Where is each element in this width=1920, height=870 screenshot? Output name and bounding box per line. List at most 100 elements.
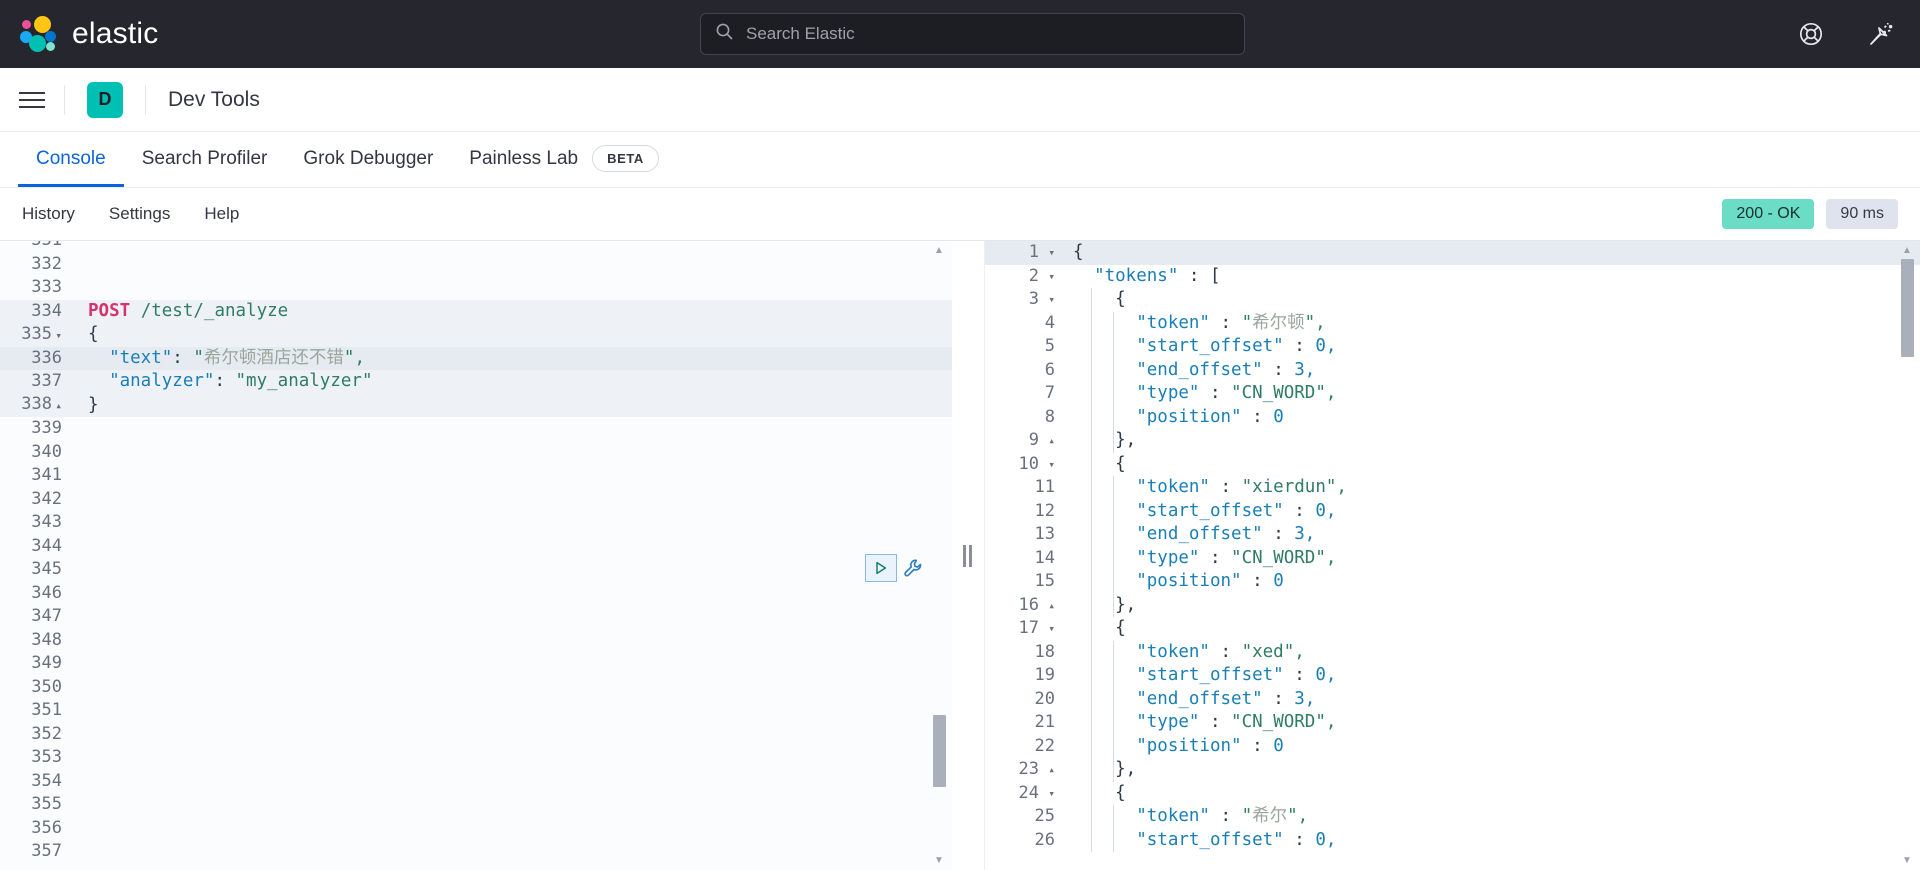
splitter-grip-icon[interactable] — [963, 544, 972, 567]
code-line: 3 ▾ { — [985, 288, 1920, 312]
line-number: 7 — [1044, 383, 1055, 403]
code-line: 26 "start_offset" : 0, — [985, 829, 1920, 853]
line-number: 349 — [31, 653, 62, 673]
line-number: 12 — [1034, 500, 1055, 521]
fold-toggle-icon[interactable]: ▴ — [52, 394, 62, 418]
header-actions — [1798, 0, 1894, 68]
line-number: 6 — [1044, 359, 1055, 380]
request-editor[interactable]: 331332 333 334 POST /test/_analyze 335▾ {336 … — [0, 241, 952, 870]
fold-toggle-icon[interactable]: ▾ — [1045, 453, 1055, 477]
code-text: "start_offset" : 0, — [1073, 500, 1337, 521]
line-number: 4 — [1044, 312, 1055, 333]
code-text: "end_offset" : 3, — [1073, 359, 1316, 380]
code-line: 332 — [0, 253, 952, 277]
code-line: 24 ▾ { — [985, 782, 1920, 806]
code-line: 7 "type" : "CN_WORD", — [985, 382, 1920, 406]
line-number: 21 — [1034, 712, 1055, 732]
response-viewer[interactable]: 1 ▾{2 ▾ "tokens" : [3 ▾ {4 "token" : "希尔顿",… — [984, 241, 1920, 870]
fold-toggle-icon[interactable]: ▾ — [1045, 782, 1055, 806]
help-icon[interactable] — [1798, 21, 1824, 47]
code-text: "text": "希尔顿酒店还不错", — [88, 347, 365, 368]
search-input[interactable] — [746, 24, 1230, 44]
code-text: "type" : "CN_WORD", — [1073, 712, 1337, 732]
fold-toggle-icon[interactable]: ▴ — [1045, 429, 1055, 453]
editor-scrollbar[interactable]: ▲ ▼ — [932, 245, 946, 866]
line-number: 25 — [1034, 806, 1055, 826]
code-line: 349 — [0, 652, 952, 676]
indent-guide — [1113, 640, 1114, 782]
code-line: 1 ▾ { — [985, 241, 1920, 265]
code-line: 357 — [0, 840, 952, 864]
editor-scroll-thumb[interactable] — [933, 715, 946, 787]
page-title: Dev Tools — [168, 87, 260, 111]
line-number: 335 ▾ — [0, 323, 74, 348]
help-button[interactable]: Help — [204, 204, 239, 224]
code-text: { — [1073, 453, 1126, 474]
line-number: 2 ▾ — [985, 265, 1061, 289]
global-search[interactable] — [700, 13, 1245, 55]
fold-toggle-icon[interactable]: ▾ — [1045, 617, 1055, 641]
app-header: D Dev Tools — [0, 68, 1920, 132]
fold-toggle-icon[interactable]: ▾ — [52, 324, 62, 348]
fold-toggle-icon[interactable]: ▴ — [1045, 594, 1055, 618]
play-request-icon[interactable] — [865, 554, 897, 582]
code-line: 21 "type" : "CN_WORD", — [985, 711, 1920, 735]
fold-toggle-icon[interactable]: ▴ — [1045, 758, 1055, 782]
line-number: 353 — [31, 747, 62, 767]
code-text: }, — [1073, 430, 1137, 450]
code-text: } — [88, 394, 99, 415]
hamburger-menu-icon[interactable] — [0, 91, 64, 108]
fold-toggle-icon[interactable]: ▾ — [1045, 288, 1055, 312]
tab-console-label: Console — [36, 147, 106, 169]
line-number: 24 ▾ — [985, 782, 1061, 806]
code-text: "position" : 0 — [1073, 406, 1284, 427]
tab-search-profiler[interactable]: Search Profiler — [124, 133, 286, 187]
code-line: 348 — [0, 629, 952, 653]
code-line: 18 "token" : "xed", — [985, 641, 1920, 665]
code-text: { — [88, 324, 99, 344]
code-text: "position" : 0 — [1073, 571, 1284, 591]
brand-name: elastic — [72, 17, 159, 50]
line-number: 13 — [1034, 524, 1055, 544]
line-number: 1 ▾ — [985, 241, 1061, 265]
tab-painless-lab[interactable]: Painless Lab BETA — [451, 133, 677, 187]
code-line: 356 — [0, 817, 952, 841]
code-line: 10 ▾ { — [985, 453, 1920, 477]
tab-grok-debugger[interactable]: Grok Debugger — [285, 133, 451, 187]
code-line: 336 "text": "希尔顿酒店还不错", — [0, 346, 952, 370]
line-number: 16 ▴ — [985, 594, 1061, 618]
history-button[interactable]: History — [22, 204, 75, 224]
request-status: 200 - OK 90 ms — [1722, 199, 1898, 229]
line-number: 352 — [31, 723, 62, 744]
code-line: 15 "position" : 0 — [985, 570, 1920, 594]
line-number: 337 — [31, 371, 62, 391]
settings-button[interactable]: Settings — [109, 204, 170, 224]
code-line: 342 — [0, 488, 952, 512]
tab-console[interactable]: Console — [18, 133, 124, 187]
fold-toggle-icon[interactable]: ▾ — [1045, 265, 1055, 289]
scroll-down-icon[interactable]: ▼ — [932, 855, 946, 866]
scroll-up-icon[interactable]: ▲ — [1900, 245, 1914, 256]
code-line: 340 — [0, 441, 952, 465]
announcements-icon[interactable] — [1868, 21, 1894, 47]
code-line: 333 — [0, 276, 952, 300]
line-number: 18 — [1034, 641, 1055, 662]
brand[interactable]: elastic — [0, 14, 158, 54]
code-text: "token" : "希尔", — [1073, 806, 1309, 826]
line-number: 350 — [31, 676, 62, 697]
pane-splitter[interactable] — [952, 241, 984, 870]
scroll-up-icon[interactable]: ▲ — [932, 245, 946, 256]
response-scroll-thumb[interactable] — [1901, 259, 1914, 357]
indent-guide — [1091, 288, 1092, 852]
line-number: 19 — [1034, 665, 1055, 685]
code-line: 23 ▴ }, — [985, 758, 1920, 782]
response-scrollbar[interactable]: ▲ ▼ — [1900, 245, 1914, 866]
fold-toggle-icon[interactable]: ▾ — [1045, 241, 1055, 265]
wrench-icon[interactable] — [903, 558, 924, 579]
code-line: 343 — [0, 511, 952, 535]
search-icon — [715, 22, 734, 46]
request-code[interactable]: 331332 333 334 POST /test/_analyze 335▾ {336 … — [0, 241, 952, 864]
status-badge: 200 - OK — [1722, 199, 1815, 229]
scroll-down-icon[interactable]: ▼ — [1900, 855, 1914, 866]
line-number: 334 — [31, 300, 62, 321]
